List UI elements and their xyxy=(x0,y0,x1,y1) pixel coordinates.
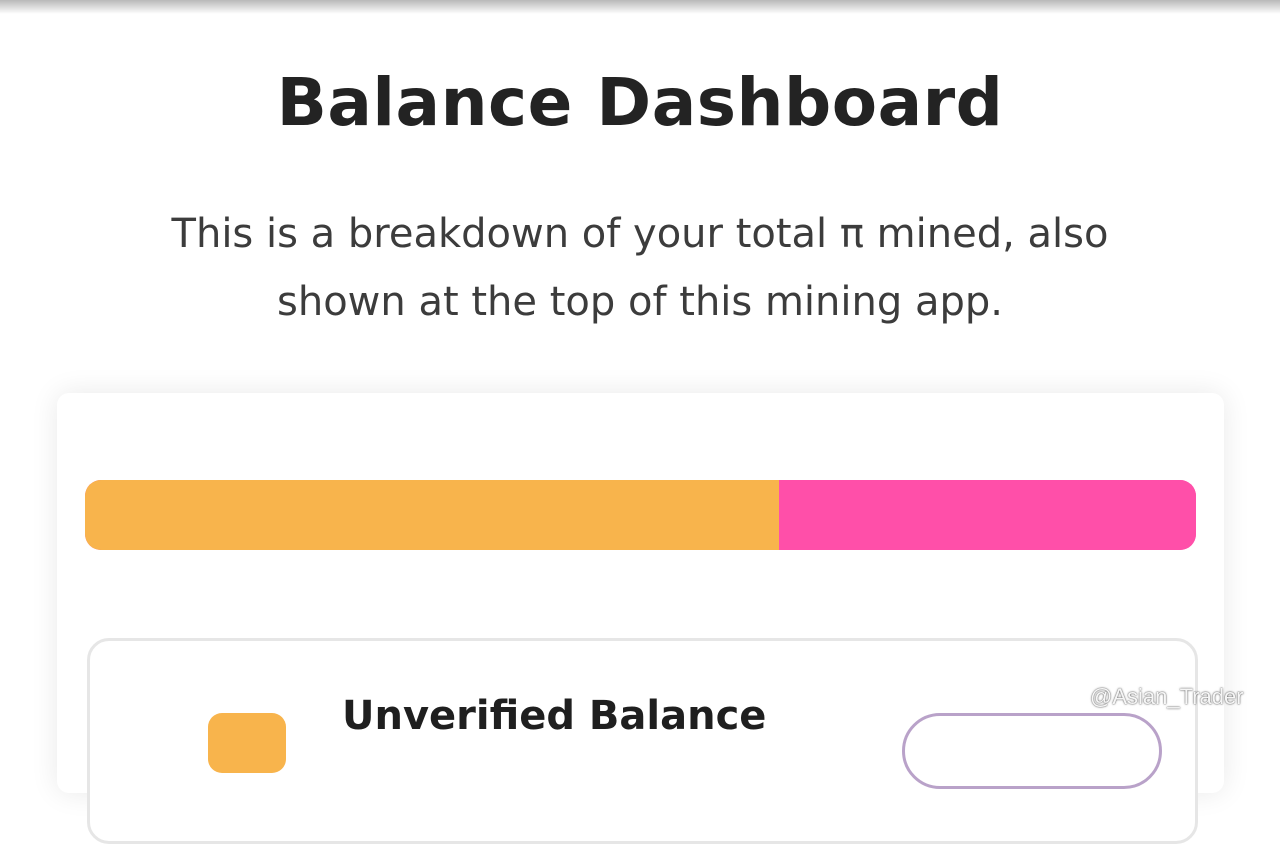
balance-amount-pill[interactable] xyxy=(902,713,1162,789)
watermark: @Asian_Trader xyxy=(1066,684,1244,710)
diamond-logo-icon xyxy=(1066,689,1084,708)
balance-card: Unverified Balance xyxy=(57,393,1224,844)
balance-color-swatch-icon xyxy=(208,713,286,773)
watermark-text: @Asian_Trader xyxy=(1090,684,1244,709)
balance-breakdown-bar xyxy=(85,480,1196,550)
bar-segment-other xyxy=(779,480,1196,550)
balance-item-unverified[interactable]: Unverified Balance xyxy=(87,638,1198,844)
bar-segment-unverified xyxy=(85,480,780,550)
page-description: This is a breakdown of your total π mine… xyxy=(171,211,1109,325)
top-bar-shadow xyxy=(0,0,1280,14)
balance-item-label: Unverified Balance xyxy=(342,693,767,739)
page-title: Balance Dashboard xyxy=(276,64,1004,141)
